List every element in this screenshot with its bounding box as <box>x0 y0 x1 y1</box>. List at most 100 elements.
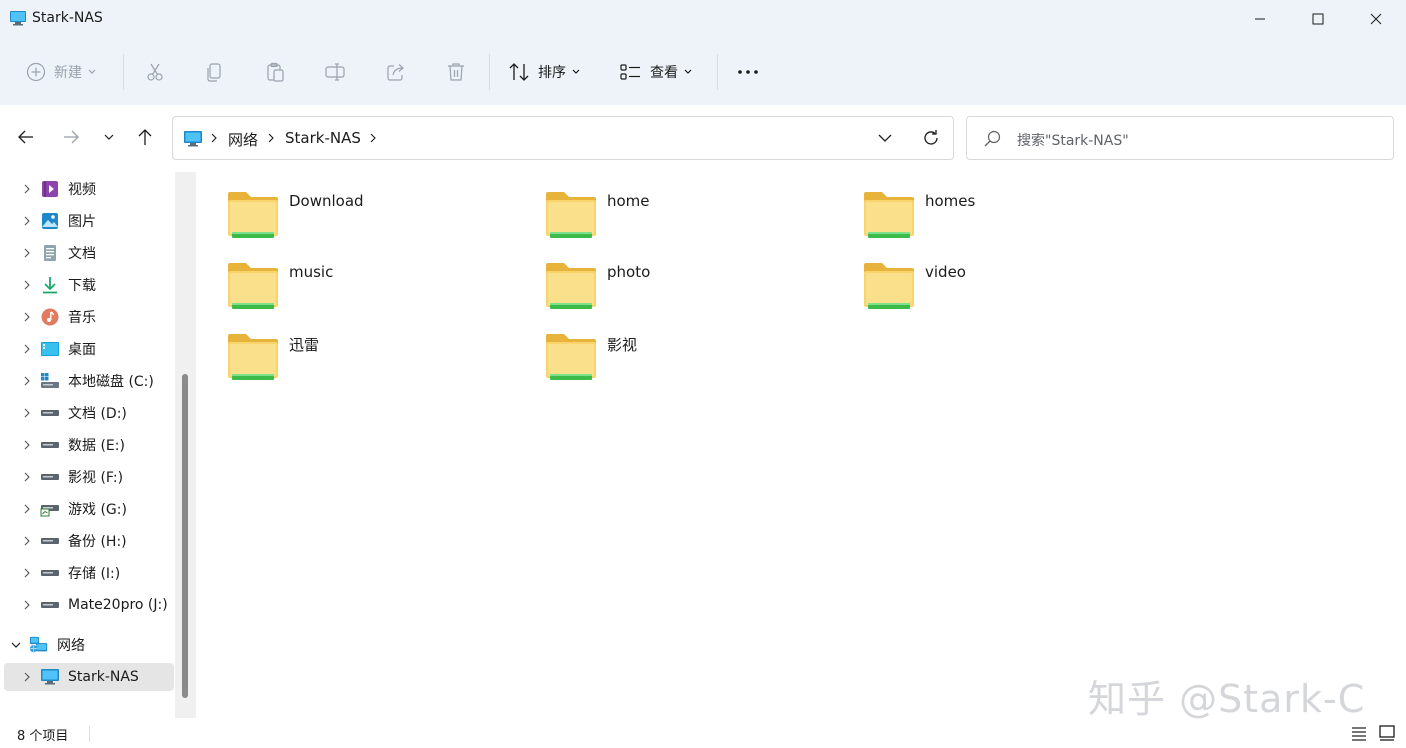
forward-button[interactable] <box>54 120 88 154</box>
folder-item[interactable]: music <box>196 243 496 309</box>
sidebar-item-drive-g[interactable]: 游戏 (G:) <box>4 495 174 523</box>
chevron-right-icon[interactable] <box>18 184 36 194</box>
up-button[interactable] <box>128 120 162 154</box>
navigation-pane: 视频 图片 文档 下载 音乐 桌面 本地磁盘 (C:) 文档 (D:) 数据 (… <box>0 172 196 718</box>
pictures-icon <box>40 211 60 231</box>
computer-icon <box>184 131 202 147</box>
tiles-view-icon[interactable] <box>1378 724 1396 742</box>
maximize-button[interactable] <box>1289 0 1347 38</box>
arrow-left-icon <box>18 130 33 144</box>
refresh-icon[interactable] <box>921 128 941 148</box>
chevron-right-icon[interactable] <box>18 472 36 482</box>
shared-folder-icon <box>546 192 596 238</box>
sidebar-item-network[interactable]: 网络 <box>0 631 170 659</box>
sidebar-item-music[interactable]: 音乐 <box>4 303 174 331</box>
sidebar-item-drive-c[interactable]: 本地磁盘 (C:) <box>4 367 174 395</box>
item-count: 8 个项目 <box>17 729 69 744</box>
chevron-right-icon[interactable] <box>18 312 36 322</box>
details-view-icon[interactable] <box>1350 724 1368 742</box>
watermark: 知乎 @Stark-C <box>1088 677 1366 721</box>
search-box[interactable]: 搜索"Stark-NAS" <box>966 116 1394 160</box>
minimize-icon <box>1255 18 1265 20</box>
shared-folder-icon <box>228 334 278 380</box>
folder-item[interactable]: 影视 <box>514 314 814 380</box>
trash-icon <box>448 63 464 81</box>
sidebar-item-pictures[interactable]: 图片 <box>4 207 174 235</box>
file-view: Download home homes music photo video 迅雷… <box>196 172 1406 718</box>
folder-item[interactable]: home <box>514 172 814 238</box>
network-icon <box>29 635 49 655</box>
new-button[interactable]: 新建 <box>26 52 96 92</box>
rename-button[interactable] <box>325 52 347 92</box>
chevron-right-icon[interactable] <box>18 248 36 258</box>
sidebar-item-drive-j[interactable]: Mate20pro (J:) <box>4 591 174 619</box>
more-dots-icon <box>738 70 758 74</box>
toolbar-divider <box>717 54 718 90</box>
search-input[interactable]: 搜索"Stark-NAS" <box>1017 130 1129 150</box>
folder-item[interactable]: homes <box>832 172 1132 238</box>
delete-button[interactable] <box>446 52 466 92</box>
copy-button[interactable] <box>205 52 225 92</box>
chevron-right-icon[interactable] <box>18 216 36 226</box>
more-options-button[interactable] <box>737 52 761 92</box>
maximize-icon <box>1312 13 1324 25</box>
toolbar-divider <box>123 54 124 90</box>
shared-folder-icon <box>546 334 596 380</box>
sidebar-item-documents[interactable]: 文档 <box>4 239 174 267</box>
address-bar[interactable]: 网络 Stark-NAS <box>172 116 954 160</box>
close-button[interactable] <box>1347 0 1405 38</box>
share-button[interactable] <box>386 52 406 92</box>
chevron-right-icon[interactable] <box>18 568 36 578</box>
system-drive-icon <box>40 371 60 391</box>
breadcrumb-network[interactable]: 网络 <box>228 129 258 150</box>
chevron-down-icon[interactable] <box>878 130 892 146</box>
folder-item[interactable]: Download <box>196 172 496 238</box>
folder-item[interactable]: video <box>832 243 1132 309</box>
chevron-down-icon[interactable] <box>7 641 25 649</box>
sidebar-item-drive-d[interactable]: 文档 (D:) <box>4 399 174 427</box>
chevron-right-icon[interactable] <box>18 408 36 418</box>
drive-icon <box>40 595 60 615</box>
recent-locations-button[interactable] <box>92 120 126 154</box>
sidebar-item-downloads[interactable]: 下载 <box>4 271 174 299</box>
chevron-right-icon[interactable] <box>18 280 36 290</box>
sidebar-item-desktop[interactable]: 桌面 <box>4 335 174 363</box>
sort-button[interactable]: 排序 <box>508 52 580 92</box>
cut-button[interactable] <box>145 52 165 92</box>
chevron-down-icon <box>572 69 580 74</box>
paste-button[interactable] <box>265 52 285 92</box>
folder-item[interactable]: 迅雷 <box>196 314 496 380</box>
status-divider <box>89 726 90 742</box>
sidebar-item-drive-i[interactable]: 存储 (I:) <box>4 559 174 587</box>
folder-item[interactable]: photo <box>514 243 814 309</box>
drive-icon <box>40 563 60 583</box>
video-library-icon <box>40 179 60 199</box>
drive-icon <box>40 467 60 487</box>
sidebar-item-drive-f[interactable]: 影视 (F:) <box>4 463 174 491</box>
sidebar-item-drive-h[interactable]: 备份 (H:) <box>4 527 174 555</box>
view-button[interactable]: 查看 <box>620 52 692 92</box>
sidebar-item-drive-e[interactable]: 数据 (E:) <box>4 431 174 459</box>
minimize-button[interactable] <box>1231 0 1289 38</box>
chevron-right-icon[interactable] <box>18 376 36 386</box>
back-button[interactable] <box>9 120 43 154</box>
chevron-right-icon[interactable] <box>18 440 36 450</box>
new-label: 新建 <box>54 65 82 81</box>
sort-label: 排序 <box>538 65 566 81</box>
chevron-right-icon[interactable] <box>18 672 36 682</box>
chevron-right-icon[interactable] <box>18 504 36 514</box>
chevron-right-icon[interactable] <box>18 344 36 354</box>
command-bar: 新建 排序 查看 <box>0 44 1406 100</box>
sidebar-scrollbar-thumb[interactable] <box>182 374 188 698</box>
copy-icon <box>207 63 221 82</box>
close-icon <box>1370 13 1382 25</box>
sidebar-item-videos[interactable]: 视频 <box>4 175 174 203</box>
arrow-right-icon <box>64 130 79 144</box>
chevron-right-icon[interactable] <box>18 536 36 546</box>
shared-folder-icon <box>228 263 278 309</box>
chevron-right-icon[interactable] <box>18 600 36 610</box>
drive-icon <box>40 403 60 423</box>
sidebar-item-stark-nas[interactable]: Stark-NAS <box>4 663 174 691</box>
shared-folder-icon <box>864 263 914 309</box>
breadcrumb-stark-nas[interactable]: Stark-NAS <box>285 129 361 147</box>
